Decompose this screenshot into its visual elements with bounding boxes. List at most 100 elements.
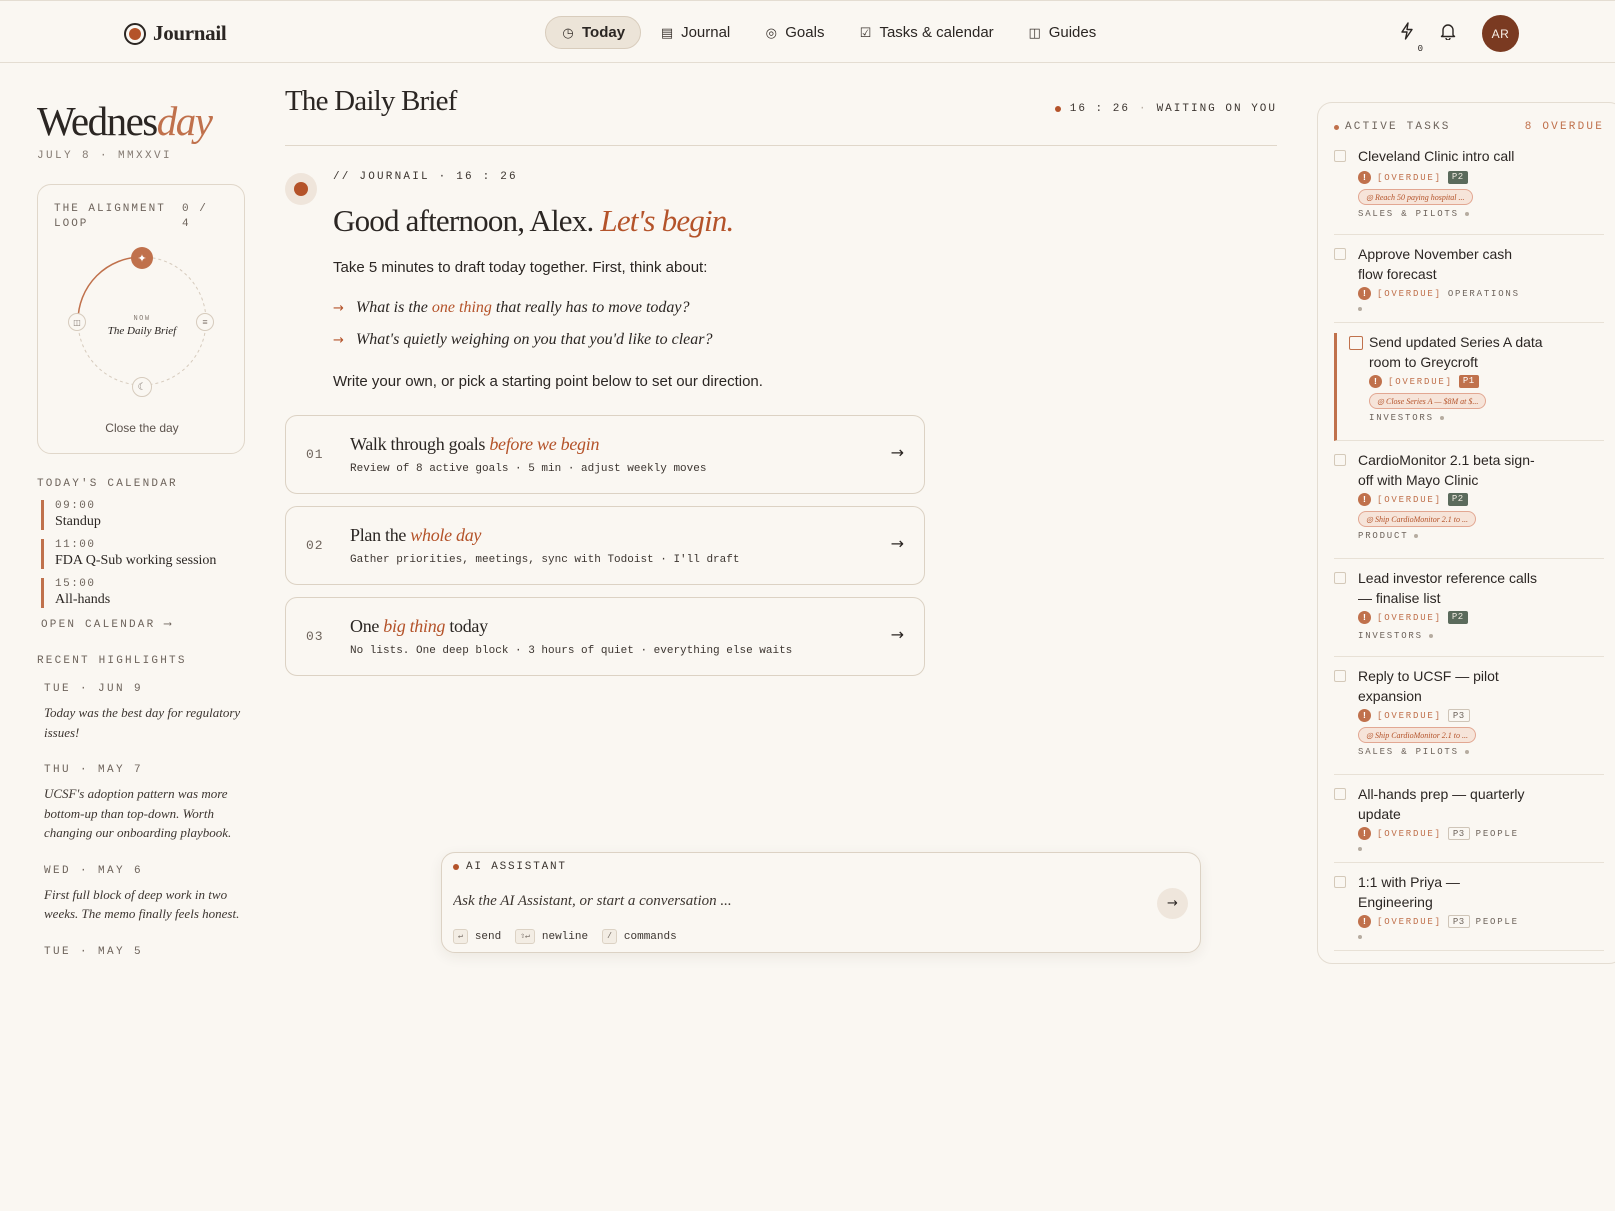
option-number: 01 [306, 447, 324, 462]
sun-icon: ✦ [137, 252, 147, 265]
app-logo[interactable]: Journail [124, 21, 227, 46]
starting-option[interactable]: 01 Walk through goals before we begin Re… [285, 415, 925, 494]
task-item[interactable]: All-hands prep — quarterly update ! [OVE… [1334, 785, 1604, 863]
task-checkbox[interactable] [1349, 336, 1363, 350]
avatar[interactable]: AR [1482, 15, 1519, 52]
app-name: Journail [153, 21, 227, 45]
highlight-item[interactable]: WED · MAY 6 First full block of deep wor… [37, 865, 245, 924]
journal-icon: ▤ [660, 24, 674, 40]
question-text: What is the one thing that really has to… [355, 299, 690, 316]
highlight-text: Today was the best day for regulatory is… [44, 705, 241, 740]
task-checkbox[interactable] [1334, 876, 1346, 888]
alert-icon: ! [1358, 171, 1371, 184]
send-button[interactable]: → [1157, 888, 1188, 919]
status-time: 16 : 26 [1069, 103, 1130, 115]
task-item[interactable]: CardioMonitor 2.1 beta sign-off with May… [1334, 451, 1604, 559]
greeting-text: Good afternoon, Alex. [333, 203, 594, 238]
arrow-right-icon: → [890, 625, 904, 644]
main-nav: ◷ Today ▤ Journal ◎ Goals ☑ Tasks & cale… [545, 16, 1111, 49]
task-checkbox[interactable] [1334, 572, 1346, 584]
question-text: What's quietly weighing on you that you'… [355, 331, 713, 348]
weekday-main: Wednes [37, 98, 158, 144]
task-item[interactable]: Send updated Series A data room to Greyc… [1334, 333, 1604, 441]
calendar-event[interactable]: 09:00 Standup [41, 500, 245, 530]
task-item[interactable]: Cleveland Clinic intro call ! [OVERDUE] … [1334, 147, 1604, 235]
option-number: 02 [306, 538, 324, 553]
lightning-button[interactable]: 0 [1400, 22, 1423, 54]
task-title: Reply to UCSF — pilot expansion [1358, 668, 1499, 704]
goal-chip[interactable]: ◎ Ship CardioMonitor 2.1 to ... [1358, 511, 1477, 527]
prompt-question: → What's quietly weighing on you that yo… [333, 331, 712, 349]
keyboard-hints: ↵ send ⇧↵ newline / commands [453, 929, 677, 944]
task-checkbox[interactable] [1334, 788, 1346, 800]
nav-label: Tasks & calendar [879, 24, 994, 41]
priority-badge: P2 [1447, 493, 1468, 506]
overdue-label: [OVERDUE] [1377, 916, 1442, 927]
goal-chip[interactable]: ◎ Reach 50 paying hospital ... [1358, 189, 1473, 205]
overdue-count: 8 OVERDUE [1524, 121, 1604, 133]
nav-today[interactable]: ◷ Today [545, 16, 642, 49]
task-category: SALES & PILOTS [1358, 209, 1469, 219]
highlights-heading: RECENT HIGHLIGHTS [37, 655, 187, 667]
status-text: WAITING ON YOU [1156, 103, 1277, 115]
book-icon: ◫ [1028, 24, 1041, 40]
alert-icon: ! [1358, 287, 1371, 300]
task-meta: ! [OVERDUE] P3 [1358, 709, 1470, 722]
highlight-text: UCSF's adoption pattern was more bottom-… [44, 786, 232, 840]
nav-guides[interactable]: ◫ Guides [1013, 16, 1112, 49]
task-category: INVESTORS [1358, 631, 1433, 641]
overdue-label: [OVERDUE] [1377, 494, 1442, 505]
nav-journal[interactable]: ▤ Journal [645, 16, 745, 49]
open-calendar-link[interactable]: OPEN CALENDAR ⟶ [41, 617, 245, 631]
task-checkbox[interactable] [1334, 670, 1346, 682]
target-icon: ◎ [765, 24, 777, 40]
overdue-label: [OVERDUE] [1377, 828, 1442, 839]
nav-tasks-calendar[interactable]: ☑ Tasks & calendar [843, 16, 1008, 49]
task-category: INVESTORS [1369, 413, 1444, 423]
arrow-right-icon: → [890, 443, 904, 462]
option-subtitle: Review of 8 active goals · 5 min · adjus… [350, 463, 707, 475]
arrow-right-icon: → [1167, 896, 1178, 911]
loop-count: 0 / 4 [182, 203, 208, 230]
priority-badge: P3 [1447, 915, 1470, 928]
status-separator: · [1138, 103, 1148, 115]
tasks-dot-icon [1334, 124, 1339, 130]
loop-title: THE ALIGNMENT LOOP [54, 203, 166, 230]
notifications-button[interactable] [1440, 22, 1456, 45]
journail-badge-icon [285, 173, 317, 205]
nav-goals[interactable]: ◎ Goals [749, 16, 839, 49]
intro-text: Take 5 minutes to draft today together. … [333, 259, 708, 276]
goal-chip[interactable]: ◎ Close Series A — $8M at $... [1369, 393, 1487, 409]
task-checkbox[interactable] [1334, 150, 1346, 162]
category-dot-icon [1358, 847, 1362, 851]
loop-node-brief[interactable]: ✦ [131, 247, 153, 269]
goal-chip[interactable]: ◎ Ship CardioMonitor 2.1 to ... [1358, 727, 1477, 743]
task-item[interactable]: Reply to UCSF — pilot expansion ! [OVERD… [1334, 667, 1604, 775]
highlight-item[interactable]: TUE · JUN 9 Today was the best day for r… [37, 683, 245, 742]
starting-option[interactable]: 03 One big thing today No lists. One dee… [285, 597, 925, 676]
nav-label: Guides [1048, 24, 1097, 41]
task-item[interactable]: Lead investor reference calls — finalise… [1334, 569, 1604, 657]
task-checkbox[interactable] [1334, 248, 1346, 260]
tasks-header: ACTIVE TASKS 8 OVERDUE [1334, 121, 1604, 133]
shift-enter-key-icon: ⇧↵ [515, 929, 535, 944]
starting-option[interactable]: 02 Plan the whole day Gather priorities,… [285, 506, 925, 585]
task-title: 1:1 with Priya — Engineering [1358, 874, 1460, 910]
nav-label: Today [582, 24, 626, 41]
highlight-item[interactable]: TUE · MAY 5 [37, 946, 245, 958]
enter-key-icon: ↵ [453, 929, 468, 944]
task-meta: ! [OVERDUE] P2 [1358, 611, 1468, 624]
highlight-item[interactable]: THU · MAY 7 UCSF's adoption pattern was … [37, 764, 245, 843]
option-subtitle: No lists. One deep block · 3 hours of qu… [350, 645, 793, 657]
assistant-input[interactable] [453, 886, 1143, 916]
brief-status: 16 : 26 · WAITING ON YOU [1054, 103, 1277, 115]
task-item[interactable]: Approve November cash flow forecast ! [O… [1334, 245, 1604, 323]
task-item[interactable]: 1:1 with Priya — Engineering ! [OVERDUE]… [1334, 873, 1604, 951]
loop-node-close[interactable]: ☾ [132, 377, 152, 397]
nav-label: Goals [785, 24, 825, 41]
clock-icon: ◷ [562, 24, 574, 40]
task-checkbox[interactable] [1334, 454, 1346, 466]
calendar-event[interactable]: 11:00 FDA Q-Sub working session [41, 539, 245, 569]
loop-close-day[interactable]: Close the day [38, 421, 246, 435]
calendar-event[interactable]: 15:00 All-hands [41, 578, 245, 608]
